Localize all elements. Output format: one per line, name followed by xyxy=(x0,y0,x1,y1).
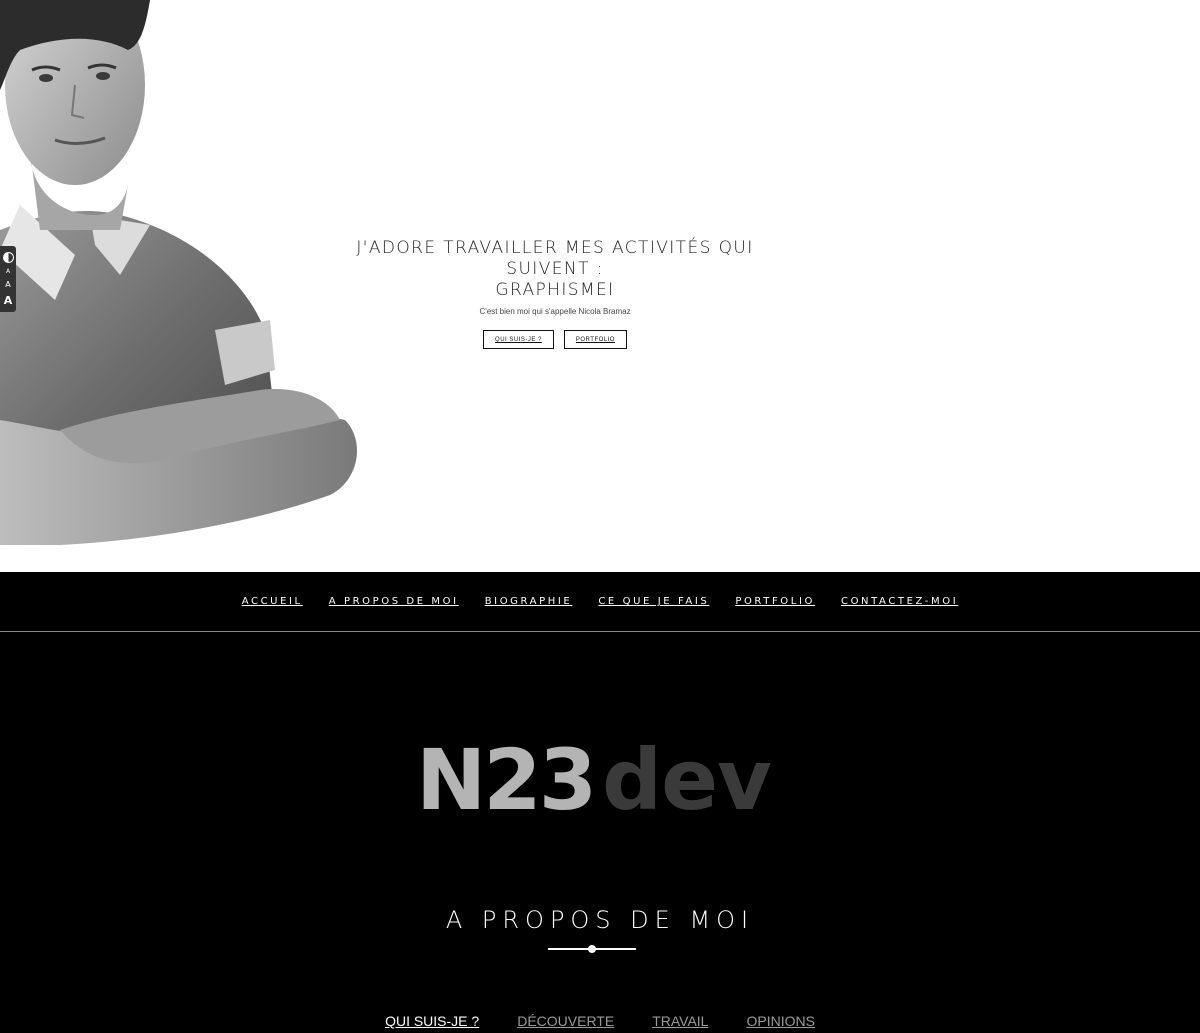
hero-title-line-1: J'ADORE TRAVAILLER MES ACTIVITÉS QUI SUI… xyxy=(356,238,754,279)
title-divider-dot xyxy=(588,945,596,953)
font-size-medium-button[interactable]: A xyxy=(5,281,10,289)
main-nav: ACCUEIL A PROPOS DE MOI BIOGRAPHIE CE QU… xyxy=(0,572,1200,632)
nav-item-ce-que-je-fais[interactable]: CE QUE JE FAIS xyxy=(598,596,709,607)
logo-primary-text: N23 xyxy=(416,731,597,829)
nav-item-portfolio[interactable]: PORTFOLIO xyxy=(735,596,815,607)
hero-title-line-2: GRAPHISMEI xyxy=(495,280,615,300)
who-am-i-button[interactable]: QUI SUIS-JE ? xyxy=(483,330,554,349)
tab-qui-suis-je[interactable]: QUI SUIS-JE ? xyxy=(385,1013,479,1029)
about-section-title: A PROPOS DE MOI xyxy=(445,906,755,934)
font-size-large-button[interactable]: A xyxy=(4,295,13,306)
about-tabs: QUI SUIS-JE ? DÉCOUVERTE TRAVAIL OPINION… xyxy=(0,1013,1200,1029)
hero-section: A A A J'ADORE TRAVAILLER MES ACTIVITÉS Q… xyxy=(0,0,1200,572)
portrait-photo xyxy=(0,0,380,572)
nav-item-a-propos[interactable]: A PROPOS DE MOI xyxy=(329,596,459,607)
hero-title: J'ADORE TRAVAILLER MES ACTIVITÉS QUI SUI… xyxy=(330,238,780,301)
hero-subtitle: C'est bien moi qui s'appelle Nicola Bram… xyxy=(479,307,631,316)
logo-secondary-text: dev xyxy=(602,731,772,829)
tab-opinions[interactable]: OPINIONS xyxy=(746,1013,814,1029)
hero-buttons: QUI SUIS-JE ? PORTFOLIO xyxy=(330,330,780,349)
contrast-icon[interactable] xyxy=(2,252,14,263)
nav-item-accueil[interactable]: ACCUEIL xyxy=(242,596,303,607)
nav-item-contact[interactable]: CONTACTEZ-MOI xyxy=(841,596,958,607)
tab-travail[interactable]: TRAVAIL xyxy=(652,1013,708,1029)
portfolio-button[interactable]: PORTFOLIO xyxy=(563,330,627,349)
site-logo: N23 dev xyxy=(412,728,772,832)
tab-decouverte[interactable]: DÉCOUVERTE xyxy=(517,1013,614,1029)
font-size-small-button[interactable]: A xyxy=(6,269,10,275)
nav-item-biographie[interactable]: BIOGRAPHIE xyxy=(485,596,573,607)
accessibility-toolbar: A A A xyxy=(0,246,16,312)
hero-content: J'ADORE TRAVAILLER MES ACTIVITÉS QUI SUI… xyxy=(330,238,780,349)
